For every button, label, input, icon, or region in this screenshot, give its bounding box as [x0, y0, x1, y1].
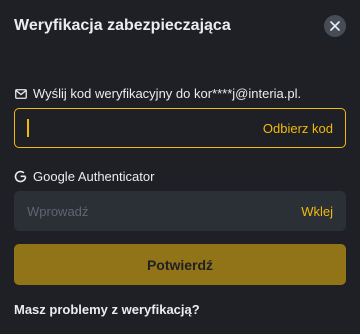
authenticator-placeholder: Wprowadź: [27, 203, 89, 219]
verification-problems-link[interactable]: Masz problemy z weryfikacją?: [14, 302, 200, 317]
email-verification-label: Wyślij kod weryfikacyjny do kor****j@int…: [14, 86, 301, 101]
confirm-button[interactable]: Potwierdź: [14, 244, 346, 285]
envelope-icon: [14, 87, 27, 100]
email-verification-text: Wyślij kod weryfikacyjny do kor****j@int…: [33, 86, 302, 101]
text-caret: [27, 119, 29, 137]
authenticator-code-input[interactable]: Wprowadź Wklej: [14, 191, 346, 231]
paste-button[interactable]: Wklej: [301, 204, 333, 219]
dialog-header: Weryfikacja zabezpieczająca: [14, 14, 346, 38]
dialog-title: Weryfikacja zabezpieczająca: [14, 17, 231, 34]
security-verification-dialog: Weryfikacja zabezpieczająca Wyślij kod w…: [0, 0, 360, 334]
google-authenticator-label: Google Authenticator: [14, 169, 154, 184]
get-code-button[interactable]: Odbierz kod: [263, 121, 333, 136]
close-icon: [330, 21, 340, 31]
google-authenticator-text: Google Authenticator: [33, 169, 155, 184]
google-icon: [14, 170, 27, 183]
email-code-input[interactable]: Odbierz kod: [14, 108, 346, 148]
close-button[interactable]: [324, 15, 346, 37]
